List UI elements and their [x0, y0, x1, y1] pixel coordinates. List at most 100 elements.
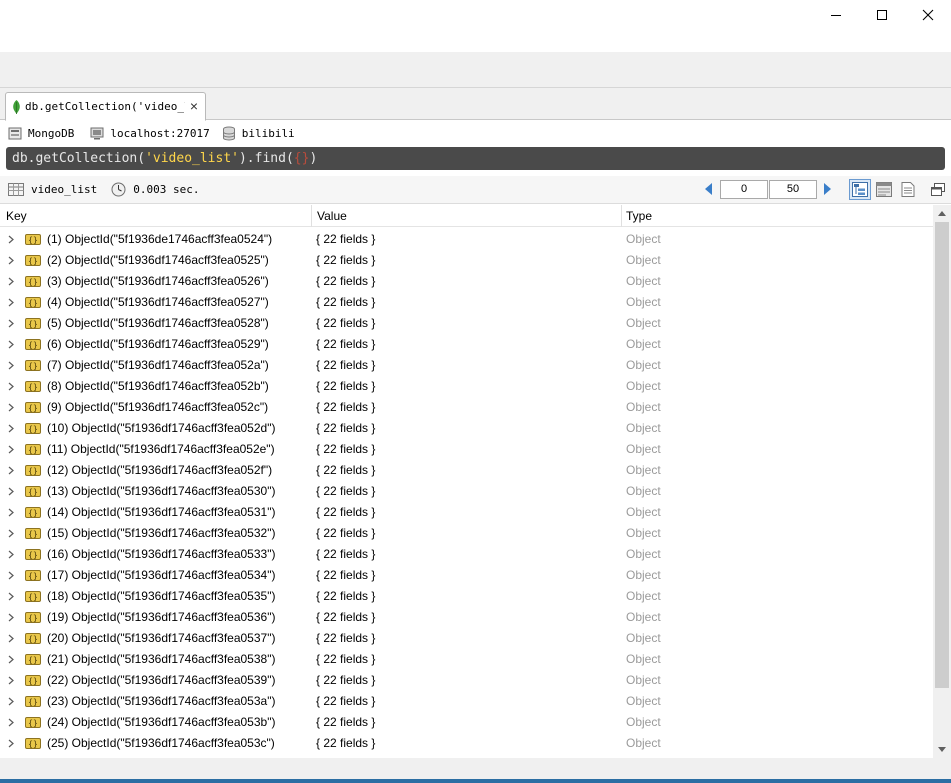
skip-input[interactable]: 0: [720, 180, 768, 199]
expand-arrow-icon[interactable]: [8, 634, 14, 643]
table-row[interactable]: {} (16) ObjectId("5f1936df1746acff3fea053…: [0, 544, 933, 565]
expand-arrow-icon[interactable]: [8, 676, 14, 685]
row-key: (11) ObjectId("5f1936df1746acff3fea052e"…: [47, 442, 275, 456]
scroll-down-button[interactable]: [933, 741, 951, 758]
expand-arrow-icon[interactable]: [8, 508, 14, 517]
object-icon: {}: [25, 465, 41, 476]
object-icon: {}: [25, 654, 41, 665]
row-key: (4) ObjectId("5f1936df1746acff3fea0527"): [47, 295, 269, 309]
limit-input[interactable]: 50: [769, 180, 817, 199]
expand-arrow-icon[interactable]: [8, 592, 14, 601]
table-row[interactable]: {} (24) ObjectId("5f1936df1746acff3fea053…: [0, 712, 933, 733]
row-value: { 22 fields }: [316, 442, 376, 456]
query-collection-arg: 'video_list': [145, 151, 239, 166]
table-view-button[interactable]: [873, 179, 895, 200]
expand-arrow-icon[interactable]: [8, 298, 14, 307]
column-header-value[interactable]: Value: [312, 205, 622, 227]
table-row[interactable]: {} (4) ObjectId("5f1936df1746acff3fea0527…: [0, 292, 933, 313]
table-row[interactable]: {} (1) ObjectId("5f1936de1746acff3fea0524…: [0, 229, 933, 250]
page-next-icon[interactable]: [823, 182, 833, 196]
tab-query[interactable]: db.getCollection('video_l… ×: [5, 92, 206, 121]
expand-arrow-icon[interactable]: [8, 655, 14, 664]
execution-time: 0.003 sec.: [111, 182, 199, 197]
table-row[interactable]: {} (17) ObjectId("5f1936df1746acff3fea053…: [0, 565, 933, 586]
minimize-button[interactable]: [813, 0, 859, 30]
svg-text:{}: {}: [28, 257, 38, 266]
expand-arrow-icon[interactable]: [8, 550, 14, 559]
expand-arrow-icon[interactable]: [8, 487, 14, 496]
row-key: (22) ObjectId("5f1936df1746acff3fea0539"…: [47, 673, 276, 687]
scrollbar-thumb[interactable]: [935, 222, 949, 688]
row-value: { 22 fields }: [316, 568, 376, 582]
tab-strip: db.getCollection('video_l… ×: [0, 88, 951, 121]
table-row[interactable]: {} (19) ObjectId("5f1936df1746acff3fea053…: [0, 607, 933, 628]
expand-arrow-icon[interactable]: [8, 571, 14, 580]
tab-close-icon[interactable]: ×: [190, 99, 198, 113]
expand-arrow-icon[interactable]: [8, 340, 14, 349]
table-row[interactable]: {} (12) ObjectId("5f1936df1746acff3fea052…: [0, 460, 933, 481]
row-key: (15) ObjectId("5f1936df1746acff3fea0532"…: [47, 526, 276, 540]
table-row[interactable]: {} (18) ObjectId("5f1936df1746acff3fea053…: [0, 586, 933, 607]
close-button[interactable]: [905, 0, 951, 30]
row-value: { 22 fields }: [316, 526, 376, 540]
row-type: Object: [626, 547, 661, 561]
table-row[interactable]: {} (20) ObjectId("5f1936df1746acff3fea053…: [0, 628, 933, 649]
row-type: Object: [626, 232, 661, 246]
column-header-key[interactable]: Key: [0, 205, 312, 227]
table-row[interactable]: {} (10) ObjectId("5f1936df1746acff3fea052…: [0, 418, 933, 439]
row-key: (8) ObjectId("5f1936df1746acff3fea052b"): [47, 379, 269, 393]
table-row[interactable]: {} (23) ObjectId("5f1936df1746acff3fea053…: [0, 691, 933, 712]
expand-arrow-icon[interactable]: [8, 445, 14, 454]
query-editor[interactable]: db.getCollection('video_list').find({}): [6, 147, 945, 170]
monitor-icon: [90, 127, 104, 140]
table-row[interactable]: {} (22) ObjectId("5f1936df1746acff3fea053…: [0, 670, 933, 691]
row-value: { 22 fields }: [316, 337, 376, 351]
expand-arrow-icon[interactable]: [8, 718, 14, 727]
table-row[interactable]: {} (21) ObjectId("5f1936df1746acff3fea053…: [0, 649, 933, 670]
table-row[interactable]: {} (14) ObjectId("5f1936df1746acff3fea053…: [0, 502, 933, 523]
row-value: { 22 fields }: [316, 652, 376, 666]
tree-view-button[interactable]: [849, 179, 871, 200]
table-row[interactable]: {} (5) ObjectId("5f1936df1746acff3fea0528…: [0, 313, 933, 334]
text-view-button[interactable]: [897, 179, 919, 200]
expand-arrow-icon[interactable]: [8, 235, 14, 244]
page-prev-icon[interactable]: [703, 182, 713, 196]
object-icon: {}: [25, 297, 41, 308]
maximize-button[interactable]: [859, 0, 905, 30]
expand-arrow-icon[interactable]: [8, 382, 14, 391]
table-row[interactable]: {} (2) ObjectId("5f1936df1746acff3fea0525…: [0, 250, 933, 271]
table-row[interactable]: {} (13) ObjectId("5f1936df1746acff3fea053…: [0, 481, 933, 502]
svg-text:{}: {}: [28, 278, 38, 287]
row-value: { 22 fields }: [316, 274, 376, 288]
table-row[interactable]: {} (8) ObjectId("5f1936df1746acff3fea052b…: [0, 376, 933, 397]
expand-arrow-icon[interactable]: [8, 466, 14, 475]
expand-arrow-icon[interactable]: [8, 613, 14, 622]
expand-arrow-icon[interactable]: [8, 319, 14, 328]
table-row[interactable]: {} (15) ObjectId("5f1936df1746acff3fea053…: [0, 523, 933, 544]
row-value: { 22 fields }: [316, 715, 376, 729]
status-area: [0, 758, 951, 779]
table-row[interactable]: {} (11) ObjectId("5f1936df1746acff3fea052…: [0, 439, 933, 460]
expand-arrow-icon[interactable]: [8, 256, 14, 265]
expand-arrow-icon[interactable]: [8, 403, 14, 412]
svg-text:{}: {}: [28, 593, 38, 602]
detach-button[interactable]: [927, 179, 949, 200]
table-row[interactable]: {} (3) ObjectId("5f1936df1746acff3fea0526…: [0, 271, 933, 292]
row-type: Object: [626, 463, 661, 477]
expand-arrow-icon[interactable]: [8, 697, 14, 706]
scroll-up-button[interactable]: [933, 205, 951, 222]
column-header-type[interactable]: Type: [622, 205, 933, 227]
row-type: Object: [626, 736, 661, 750]
expand-arrow-icon[interactable]: [8, 424, 14, 433]
expand-arrow-icon[interactable]: [8, 277, 14, 286]
table-row[interactable]: {} (9) ObjectId("5f1936df1746acff3fea052c…: [0, 397, 933, 418]
table-row[interactable]: {} (25) ObjectId("5f1936df1746acff3fea053…: [0, 733, 933, 754]
expand-arrow-icon[interactable]: [8, 361, 14, 370]
svg-text:{}: {}: [28, 656, 38, 665]
vertical-scrollbar[interactable]: [933, 205, 951, 758]
expand-arrow-icon[interactable]: [8, 529, 14, 538]
expand-arrow-icon[interactable]: [8, 739, 14, 748]
object-icon: {}: [25, 255, 41, 266]
table-row[interactable]: {} (7) ObjectId("5f1936df1746acff3fea052a…: [0, 355, 933, 376]
table-row[interactable]: {} (6) ObjectId("5f1936df1746acff3fea0529…: [0, 334, 933, 355]
